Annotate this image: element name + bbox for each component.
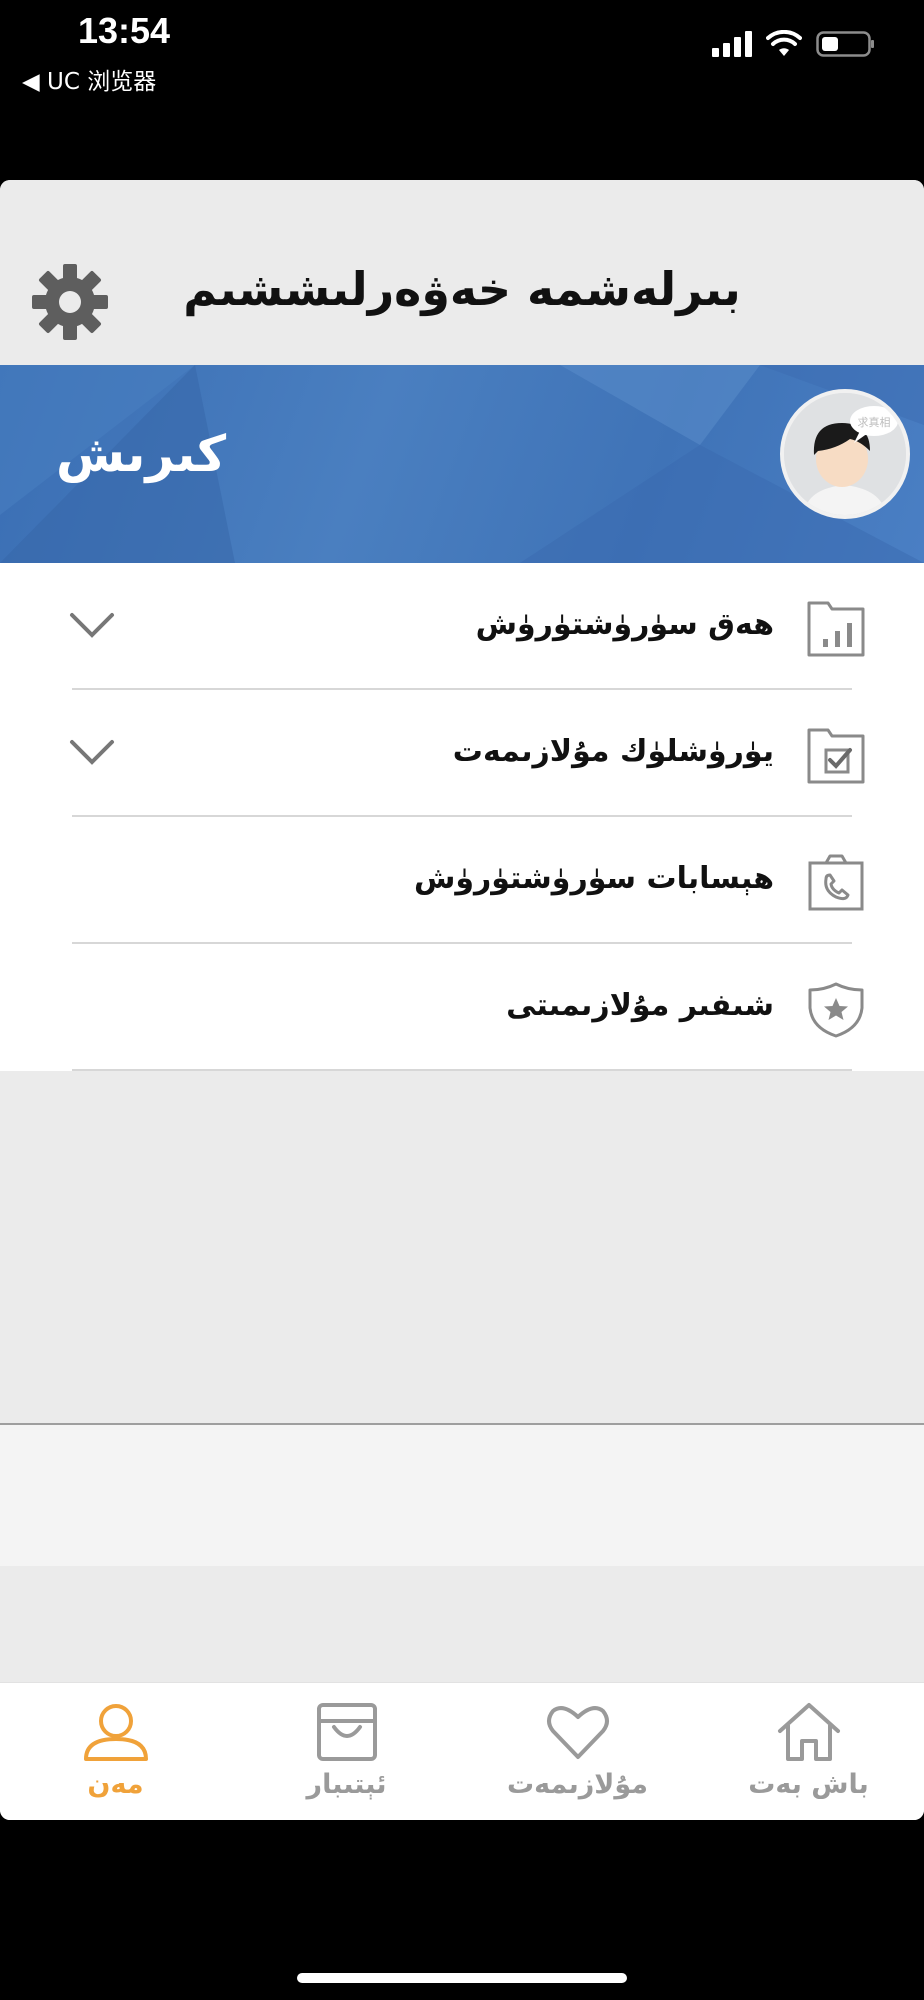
folder-check-icon	[807, 728, 865, 784]
menu-item-label: يۈرۈشلۈك مۇلازىمەت	[452, 734, 774, 769]
home-icon	[777, 1703, 840, 1761]
menu-item-label: شىفىر مۇلازىمىتى	[506, 988, 774, 1023]
menu-item-label: ھېسابات سۈرۈشتۈرۈش	[413, 861, 774, 896]
menu-item-account-inquiry[interactable]: ھېسابات سۈرۈشتۈرۈش	[0, 817, 924, 944]
menu-list: ھەق سۈرۈشتۈرۈش يۈرۈشلۈك مۇلازىمەت ھېسابا…	[0, 563, 924, 1071]
info-strip	[0, 1423, 924, 1566]
menu-item-password-service[interactable]: شىفىر مۇلازىمىتى	[0, 944, 924, 1071]
person-icon	[83, 1704, 148, 1761]
home-indicator[interactable]	[297, 1973, 627, 1983]
chevron-down-icon[interactable]	[68, 734, 116, 770]
shield-star-icon	[808, 982, 864, 1038]
profile-banner: كىرىش 求真相	[0, 365, 924, 563]
page-title: بىرلەشمە خەۋەرلىششىم	[183, 262, 741, 316]
login-link[interactable]: كىرىش	[56, 425, 226, 483]
clipboard-phone-icon	[808, 854, 864, 911]
tab-label: ئېتىبار	[306, 1769, 387, 1800]
bottom-tab-bar: مەن ئېتىبار مۇلازىمەت باش بەت	[0, 1682, 924, 1820]
signal-icon	[712, 31, 752, 57]
wifi-icon	[766, 30, 802, 56]
back-to-app-link[interactable]: ◀ UC 浏览器	[22, 62, 156, 96]
menu-divider	[72, 1069, 852, 1071]
tab-home[interactable]: باش بەت	[693, 1683, 924, 1820]
menu-item-fee-inquiry[interactable]: ھەق سۈرۈشتۈرۈش	[0, 563, 924, 690]
avatar-face-icon: 求真相	[784, 393, 906, 515]
bag-icon	[316, 1703, 377, 1761]
tab-discount[interactable]: ئېتىبار	[231, 1683, 462, 1820]
menu-item-package-service[interactable]: يۈرۈشلۈك مۇلازىمەت	[0, 690, 924, 817]
avatar-caption: 求真相	[858, 415, 891, 429]
tab-label: مۇلازىمەت	[506, 1769, 649, 1800]
bar-chart-icon	[807, 601, 865, 657]
heart-icon	[546, 1706, 609, 1759]
top-bar: بىرلەشمە خەۋەرلىششىم	[0, 180, 924, 365]
app-screen: بىرلەشمە خەۋەرلىششىم كىرىش 求真相 ھەق سۈرۈش…	[0, 180, 924, 1820]
tab-me[interactable]: مەن	[0, 1683, 231, 1820]
tab-label: مەن	[87, 1769, 144, 1800]
tab-label: باش بەت	[748, 1769, 869, 1800]
status-icons	[712, 30, 876, 58]
avatar[interactable]: 求真相	[780, 389, 910, 519]
tab-service[interactable]: مۇلازىمەت	[462, 1683, 693, 1820]
menu-item-label: ھەق سۈرۈشتۈرۈش	[475, 607, 774, 642]
chevron-down-icon[interactable]	[68, 607, 116, 643]
status-time: 13:54	[78, 10, 171, 51]
battery-icon	[816, 31, 874, 57]
